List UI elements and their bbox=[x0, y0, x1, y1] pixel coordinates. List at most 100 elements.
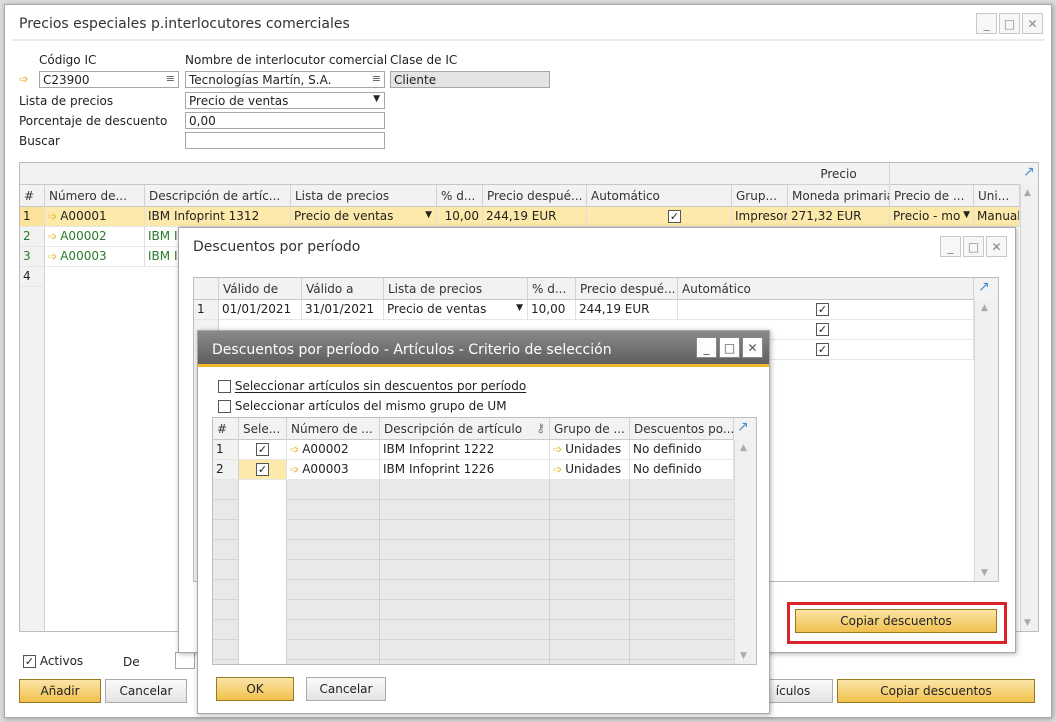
de-field[interactable] bbox=[175, 652, 195, 669]
col-header[interactable]: Descripción de artíc... bbox=[145, 185, 291, 207]
table-row[interactable]: 1 01/01/2021 31/01/2021 Precio de ventas… bbox=[194, 300, 974, 320]
expand-icon[interactable]: ↗ bbox=[734, 418, 756, 440]
link-arrow-icon[interactable]: ➩ bbox=[48, 250, 57, 263]
porcentaje-field[interactable]: 0,00 bbox=[185, 112, 385, 129]
col-header[interactable]: Válido a bbox=[302, 278, 384, 300]
price-cell[interactable]: 244,19 EUR bbox=[576, 300, 678, 320]
list-icon[interactable]: ≡ bbox=[166, 72, 175, 85]
checkbox[interactable]: ✓ bbox=[668, 210, 681, 223]
col-header[interactable]: Grup... bbox=[732, 185, 788, 207]
copiar-descuentos-button[interactable]: Copiar descuentos bbox=[795, 609, 997, 633]
buscar-field[interactable] bbox=[185, 132, 385, 149]
link-arrow-icon[interactable]: ➩ bbox=[553, 463, 562, 476]
minimize-icon[interactable]: _ bbox=[976, 13, 997, 34]
cancelar-button[interactable]: Cancelar bbox=[105, 679, 187, 703]
item-number-cell[interactable]: ➩ A00001 bbox=[45, 207, 145, 227]
item-number-cell[interactable]: ➩ A00002 bbox=[287, 440, 380, 460]
uni-cell[interactable]: Manual bbox=[974, 207, 1020, 227]
col-header[interactable]: Precio de ... bbox=[890, 185, 974, 207]
link-arrow-icon[interactable]: ➩ bbox=[290, 463, 299, 476]
table-row[interactable]: 2 ✓ ➩ A00003 IBM Infoprint 1226 ➩ Unidades… bbox=[213, 460, 734, 480]
minimize-icon[interactable]: _ bbox=[940, 236, 961, 257]
lista-cell[interactable]: Precio de ventas ▼ bbox=[384, 300, 528, 320]
maximize-icon[interactable]: □ bbox=[719, 337, 740, 358]
desc-cell[interactable]: IBM Infoprint 1226 bbox=[380, 460, 550, 480]
close-icon[interactable]: ✕ bbox=[742, 337, 763, 358]
grupo-cell[interactable]: Impresor bbox=[732, 207, 788, 227]
col-header[interactable]: Número de ... bbox=[287, 418, 380, 440]
valido-de-cell[interactable]: 01/01/2021 bbox=[219, 300, 302, 320]
col-header[interactable]: % d... bbox=[437, 185, 483, 207]
lista-cell[interactable]: Precio de ventas ▼ bbox=[291, 207, 437, 227]
codigo-field[interactable]: C23900 ≡ bbox=[39, 71, 179, 88]
descuentos-cell[interactable]: No definido bbox=[630, 460, 734, 480]
col-header[interactable]: Moneda primaria bbox=[788, 185, 890, 207]
col-header[interactable]: Sele... bbox=[239, 418, 287, 440]
minimize-icon[interactable]: _ bbox=[696, 337, 717, 358]
lista-select[interactable]: Precio de ventas ▼ bbox=[185, 92, 385, 109]
desc-cell[interactable]: IBM Infoprint 1222 bbox=[380, 440, 550, 460]
expand-icon[interactable]: ↗ bbox=[974, 278, 998, 300]
checkbox[interactable]: ✓ bbox=[256, 443, 269, 456]
item-number-cell[interactable]: ➩ A00002 bbox=[45, 227, 145, 247]
copiar-descuentos-button[interactable]: Copiar descuentos bbox=[837, 679, 1035, 703]
link-arrow-icon[interactable]: ➩ bbox=[48, 230, 57, 243]
close-icon[interactable]: ✕ bbox=[1022, 13, 1043, 34]
maximize-icon[interactable]: □ bbox=[999, 13, 1020, 34]
checkbox[interactable]: ✓ bbox=[816, 343, 829, 356]
grupo-cell[interactable]: ➩ Unidades bbox=[550, 460, 630, 480]
precio-de-cell[interactable]: Precio - mo ▼ bbox=[890, 207, 974, 227]
select-cell[interactable]: ✓ bbox=[239, 460, 287, 480]
item-number-cell[interactable]: ➩ A00003 bbox=[287, 460, 380, 480]
col-header[interactable]: Automático bbox=[587, 185, 732, 207]
criterio-grid-scrollbar[interactable]: ▲ ▼ bbox=[734, 440, 756, 664]
col-header[interactable]: Automático bbox=[678, 278, 974, 300]
main-grid-scrollbar[interactable]: ▲ ▼ bbox=[1020, 185, 1038, 631]
table-row[interactable]: 1 ➩ A00001 IBM Infoprint 1312 Precio de v… bbox=[20, 207, 1020, 227]
valido-a-cell[interactable]: 31/01/2021 bbox=[302, 300, 384, 320]
grupo-cell[interactable]: ➩ Unidades bbox=[550, 440, 630, 460]
col-header[interactable]: Precio despué... bbox=[576, 278, 678, 300]
maximize-icon[interactable]: □ bbox=[963, 236, 984, 257]
desc-cell[interactable]: IBM Infoprint 1312 bbox=[145, 207, 291, 227]
moneda-cell[interactable]: 271,32 EUR bbox=[788, 207, 890, 227]
auto-cell[interactable]: ✓ bbox=[587, 207, 732, 227]
link-arrow-icon[interactable]: ➩ bbox=[48, 210, 57, 223]
table-row[interactable]: 1 ✓ ➩ A00002 IBM Infoprint 1222 ➩ Unidades… bbox=[213, 440, 734, 460]
col-header[interactable]: Válido de bbox=[219, 278, 302, 300]
col-header[interactable]: Lista de precios bbox=[291, 185, 437, 207]
price-cell[interactable]: 244,19 EUR bbox=[483, 207, 587, 227]
select-cell[interactable]: ✓ bbox=[239, 440, 287, 460]
checkbox[interactable]: ✓ bbox=[816, 303, 829, 316]
checkbox[interactable]: ✓ bbox=[256, 463, 269, 476]
col-header[interactable]: Descripción de artículo ⚷ bbox=[380, 418, 550, 440]
auto-cell[interactable]: ✓ bbox=[678, 300, 974, 320]
anadir-button[interactable]: Añadir bbox=[19, 679, 101, 703]
link-arrow-icon[interactable]: ➩ bbox=[290, 443, 299, 456]
col-header[interactable]: # bbox=[213, 418, 239, 440]
col-header[interactable]: Lista de precios bbox=[384, 278, 528, 300]
col-header[interactable]: Número de... bbox=[45, 185, 145, 207]
col-header[interactable]: Precio despué... bbox=[483, 185, 587, 207]
item-number-cell[interactable]: ➩ A00003 bbox=[45, 247, 145, 267]
col-header[interactable]: # bbox=[20, 185, 45, 207]
pct-cell[interactable]: 10,00 bbox=[528, 300, 576, 320]
chk-mismo-grupo[interactable]: Seleccionar artículos del mismo grupo de… bbox=[218, 399, 507, 413]
ok-button[interactable]: OK bbox=[216, 677, 294, 701]
activos-checkbox[interactable]: ✓ Activos bbox=[23, 654, 83, 668]
pct-cell[interactable]: 10,00 bbox=[437, 207, 483, 227]
nombre-field[interactable]: Tecnologías Martín, S.A. ≡ bbox=[185, 71, 385, 88]
col-header[interactable]: Uni... bbox=[974, 185, 1020, 207]
col-header[interactable]: Descuentos po... bbox=[630, 418, 734, 440]
col-header[interactable]: % d... bbox=[528, 278, 576, 300]
chk-sin-descuentos[interactable]: Seleccionar artículos sin descuentos por… bbox=[218, 379, 526, 393]
descuentos-cell[interactable]: No definido bbox=[630, 440, 734, 460]
cancelar-button[interactable]: Cancelar bbox=[306, 677, 386, 701]
link-arrow-icon[interactable]: ➩ bbox=[19, 72, 29, 86]
periodo-grid-scrollbar[interactable]: ▲ ▼ bbox=[974, 300, 998, 581]
link-arrow-icon[interactable]: ➩ bbox=[553, 443, 562, 456]
checkbox[interactable]: ✓ bbox=[816, 323, 829, 336]
list-icon[interactable]: ≡ bbox=[372, 72, 381, 85]
col-header[interactable]: Grupo de ... bbox=[550, 418, 630, 440]
close-icon[interactable]: ✕ bbox=[986, 236, 1007, 257]
